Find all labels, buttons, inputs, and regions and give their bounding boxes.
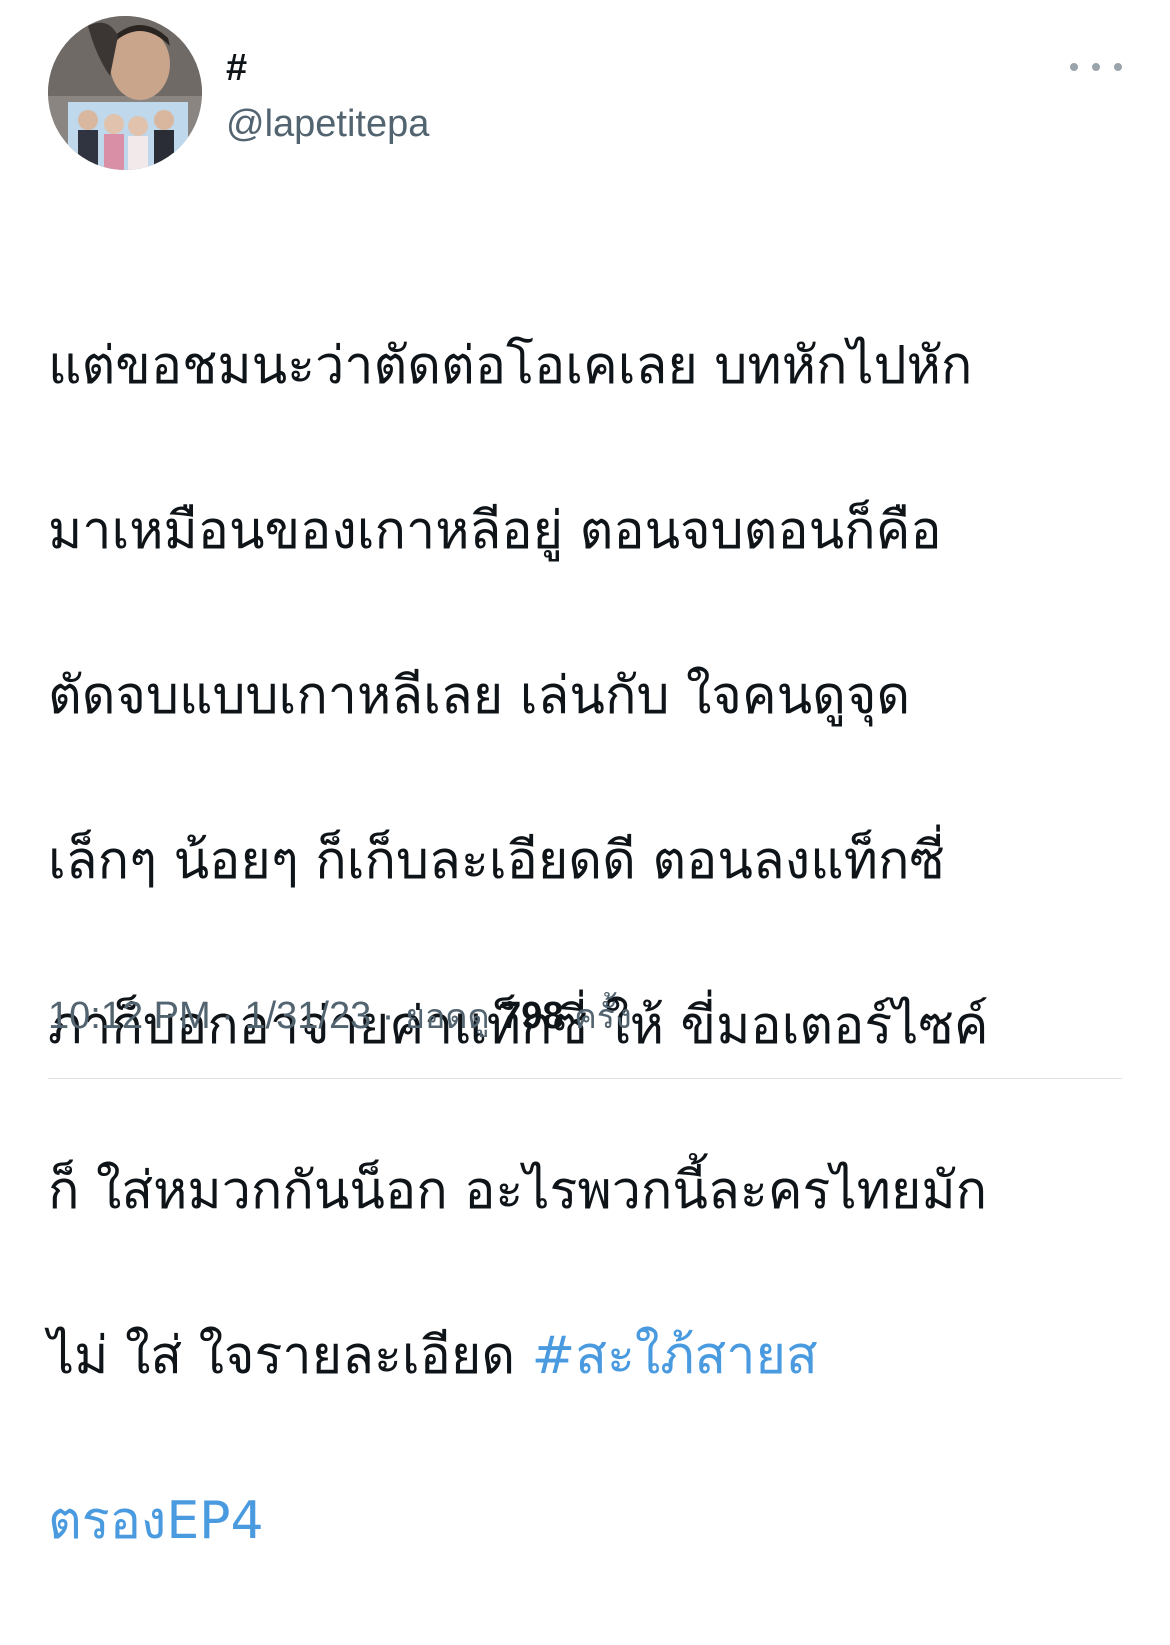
author-display-name[interactable]: # xyxy=(226,46,247,90)
tweet-line: ตัดจบแบบเกาหลีเลย เล่นกับ ใจคนดูจุด xyxy=(48,665,911,726)
hashtag-link[interactable]: #สะใภ้สายส xyxy=(532,1326,818,1386)
divider xyxy=(48,1078,1122,1079)
tweet-line: แต่ขอชมนะว่าตัดต่อโอเคเลย บทหักไปหัก xyxy=(48,335,973,396)
tweet: # @lapetitepa แต่ขอชมนะว่าตัดต่อโอเคเลย … xyxy=(0,0,1170,1551)
tweet-line: ก็ ใส่หมวกกันน็อก อะไรพวกนี้ละครไทยมัก xyxy=(48,1160,988,1221)
avatar[interactable] xyxy=(48,16,202,170)
tweet-metadata: 10:12 PM · 1/31/23 · ยอดดู 798 ครั้ง xyxy=(48,990,632,1043)
views-label: ยอดดู xyxy=(405,997,490,1037)
meta-separator: · xyxy=(221,995,234,1037)
tweet-line: มาเหมือนของเกาหลีอยู่ ตอนจบตอนก็คือ xyxy=(48,500,942,561)
hashtag-link-continued[interactable]: ตรองEP4 xyxy=(48,1491,264,1551)
tweet-line: เล็กๆ น้อยๆ ก็เก็บละเอียดดี ตอนลงแท็กซี่ xyxy=(48,830,945,891)
more-horizontal-icon xyxy=(1070,63,1078,71)
tweet-line-text: ไม่ ใส่ ใจรายละเอียด xyxy=(48,1325,532,1386)
avatar-image xyxy=(48,16,202,170)
author-handle[interactable]: @lapetitepa xyxy=(226,102,429,146)
tweet-date[interactable]: 1/31/23 xyxy=(244,995,371,1037)
views-count[interactable]: 798 xyxy=(500,995,563,1037)
meta-separator: · xyxy=(381,995,395,1037)
tweet-text: แต่ขอชมนะว่าตัดต่อโอเคเลย บทหักไปหัก มาเ… xyxy=(48,242,1128,1645)
tweet-line: ตรองEP4 xyxy=(48,1480,1128,1563)
views-unit: ครั้ง xyxy=(574,997,632,1037)
tweet-line-with-hashtag: ไม่ ใส่ ใจรายละเอียด #สะใภ้สายส xyxy=(48,1315,1128,1398)
more-horizontal-icon-dot xyxy=(1092,63,1100,71)
tweet-time[interactable]: 10:12 PM xyxy=(48,995,211,1037)
more-horizontal-icon-dot xyxy=(1114,63,1122,71)
more-options-button[interactable] xyxy=(1070,52,1122,82)
